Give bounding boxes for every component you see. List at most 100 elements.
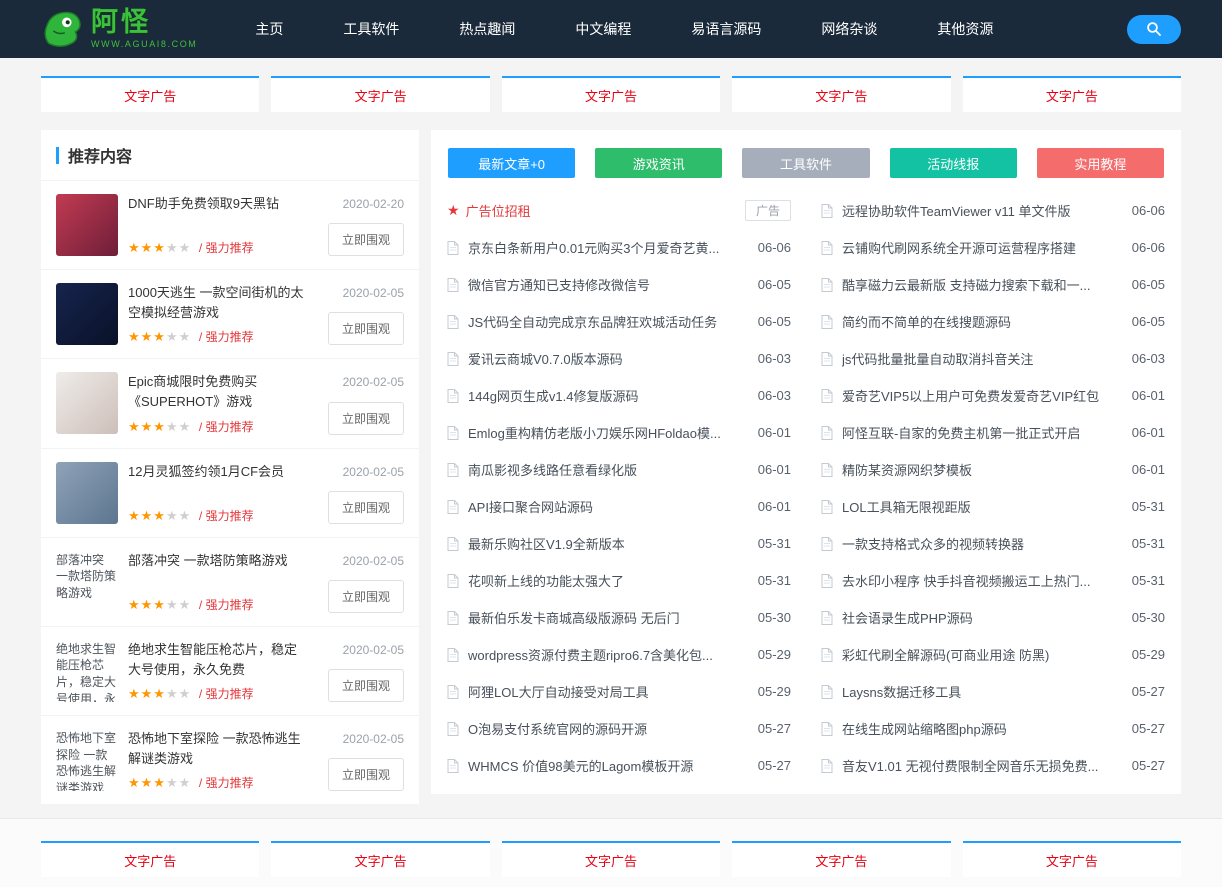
article-title[interactable]: 去水印小程序 快手抖音视频搬运工上热门... <box>842 571 1122 590</box>
article-list-item[interactable]: 在线生成网站缩略图php源码 05-27 <box>821 710 1165 747</box>
article-title[interactable]: 144g网页生成v1.4修复版源码 <box>468 386 748 405</box>
article-list-item[interactable]: WHMCS 价值98美元的Lagom模板开源 05-27 <box>447 747 791 784</box>
text-ad[interactable]: 文字广告 <box>271 841 489 877</box>
text-ad[interactable]: 文字广告 <box>41 76 259 112</box>
article-title[interactable]: 南瓜影视多线路任意看绿化版 <box>468 460 748 479</box>
nav-item-7[interactable]: 其他资源 <box>907 0 1023 58</box>
text-ad[interactable]: 文字广告 <box>732 76 950 112</box>
article-list-item[interactable]: LOL工具箱无限视距版 05-31 <box>821 488 1165 525</box>
article-list-item[interactable]: 花呗新上线的功能太强大了 05-31 <box>447 562 791 599</box>
article-title[interactable]: js代码批量批量自动取消抖音关注 <box>842 349 1122 368</box>
article-title[interactable]: JS代码全自动完成京东品牌狂欢城活动任务 <box>468 312 748 331</box>
article-list-item[interactable]: Emlog重构精仿老版小刀娱乐网HFoldao模... 06-01 <box>447 414 791 451</box>
article-title[interactable]: 花呗新上线的功能太强大了 <box>468 571 748 590</box>
text-ad[interactable]: 文字广告 <box>271 76 489 112</box>
recommend-item-title[interactable]: 1000天逃生 一款空间街机的太空模拟经营游戏 <box>128 283 308 323</box>
article-title[interactable]: 最新伯乐发卡商城高级版源码 无后门 <box>468 608 748 627</box>
article-list-item[interactable]: 最新伯乐发卡商城高级版源码 无后门 05-30 <box>447 599 791 636</box>
article-list-item[interactable]: wordpress资源付费主题ripro6.7含美化包... 05-29 <box>447 636 791 673</box>
recommend-item[interactable]: 绝地求生智能压枪芯片，稳定大号使用，永久免费 绝地求生智能压枪芯片，稳定大号使用… <box>41 626 419 715</box>
article-list-item[interactable]: Laysns数据迁移工具 05-27 <box>821 673 1165 710</box>
article-title[interactable]: 爱讯云商城V0.7.0版本源码 <box>468 349 748 368</box>
article-title[interactable]: wordpress资源付费主题ripro6.7含美化包... <box>468 645 748 664</box>
article-title[interactable]: LOL工具箱无限视距版 <box>842 497 1122 516</box>
article-list-item[interactable]: 爱讯云商城V0.7.0版本源码 06-03 <box>447 340 791 377</box>
article-list-item[interactable]: 最新乐购社区V1.9全新版本 05-31 <box>447 525 791 562</box>
article-list-item[interactable]: 音友V1.01 无视付费限制全网音乐无损免费... 05-27 <box>821 747 1165 784</box>
article-list-item[interactable]: 去水印小程序 快手抖音视频搬运工上热门... 05-31 <box>821 562 1165 599</box>
nav-item-2[interactable]: 工具软件 <box>313 0 429 58</box>
recommend-item[interactable]: 1000天逃生 一款空间街机的太空模拟经营游戏 ★★★★★ / 强力推荐 202… <box>41 269 419 358</box>
article-title[interactable]: 爱奇艺VIP5以上用户可免费发爱奇艺VIP红包 <box>842 386 1122 405</box>
recommend-thumbnail[interactable]: 恐怖地下室探险 一款恐怖逃生解谜类游戏 <box>56 729 118 791</box>
category-tab-4[interactable]: 活动线报 <box>890 148 1017 178</box>
article-list-item[interactable]: 云铺购代刷网系统全开源可运营程序搭建 06-06 <box>821 229 1165 266</box>
article-title[interactable]: 阿狸LOL大厅自动接受对局工具 <box>468 682 748 701</box>
article-title[interactable]: 酷享磁力云最新版 支持磁力搜索下载和一... <box>842 275 1122 294</box>
article-title[interactable]: 精防某资源网织梦模板 <box>842 460 1122 479</box>
view-now-button[interactable]: 立即围观 <box>328 491 404 524</box>
view-now-button[interactable]: 立即围观 <box>328 312 404 345</box>
article-title[interactable]: 彩虹代刷全解源码(可商业用途 防黑) <box>842 645 1122 664</box>
view-now-button[interactable]: 立即围观 <box>328 669 404 702</box>
view-now-button[interactable]: 立即围观 <box>328 580 404 613</box>
article-list-item[interactable]: 144g网页生成v1.4修复版源码 06-03 <box>447 377 791 414</box>
recommend-item-title[interactable]: 部落冲突 一款塔防策略游戏 <box>128 551 308 571</box>
search-button[interactable] <box>1127 15 1181 44</box>
site-logo[interactable]: 阿怪 WWW.AGUAI8.COM <box>41 7 197 51</box>
article-list-item[interactable]: 京东白条新用户0.01元购买3个月爱奇艺黄... 06-06 <box>447 229 791 266</box>
recommend-item-title[interactable]: 恐怖地下室探险 一款恐怖逃生解谜类游戏 <box>128 729 308 769</box>
article-list-item[interactable]: 酷享磁力云最新版 支持磁力搜索下载和一... 06-05 <box>821 266 1165 303</box>
nav-item-4[interactable]: 中文编程 <box>545 0 661 58</box>
article-list-item[interactable]: 社会语录生成PHP源码 05-30 <box>821 599 1165 636</box>
category-tab-1[interactable]: 最新文章+0 <box>448 148 575 178</box>
article-title[interactable]: 简约而不简单的在线搜题源码 <box>842 312 1122 331</box>
recommend-thumbnail[interactable] <box>56 283 118 345</box>
recommend-thumbnail[interactable] <box>56 462 118 524</box>
article-list-item[interactable]: 简约而不简单的在线搜题源码 06-05 <box>821 303 1165 340</box>
view-now-button[interactable]: 立即围观 <box>328 402 404 435</box>
article-title[interactable]: 在线生成网站缩略图php源码 <box>842 719 1122 738</box>
recommend-thumbnail[interactable]: 绝地求生智能压枪芯片，稳定大号使用，永久免费 <box>56 640 118 702</box>
recommend-thumbnail[interactable] <box>56 372 118 434</box>
article-title[interactable]: 社会语录生成PHP源码 <box>842 608 1122 627</box>
recommend-item[interactable]: 12月灵狐签约领1月CF会员 ★★★★★ / 强力推荐 2020-02-05 立… <box>41 448 419 537</box>
recommend-item[interactable]: 部落冲突 一款塔防策略游戏 部落冲突 一款塔防策略游戏 ★★★★★ / 强力推荐… <box>41 537 419 626</box>
text-ad[interactable]: 文字广告 <box>502 841 720 877</box>
article-title[interactable]: 阿怪互联-自家的免费主机第一批正式开启 <box>842 423 1122 442</box>
article-title[interactable]: 京东白条新用户0.01元购买3个月爱奇艺黄... <box>468 238 748 257</box>
article-title[interactable]: 最新乐购社区V1.9全新版本 <box>468 534 748 553</box>
recommend-thumbnail[interactable] <box>56 194 118 256</box>
article-list-item[interactable]: 一款支持格式众多的视频转换器 05-31 <box>821 525 1165 562</box>
category-tab-3[interactable]: 工具软件 <box>742 148 869 178</box>
recommend-item-title[interactable]: 绝地求生智能压枪芯片，稳定大号使用，永久免费 <box>128 640 308 680</box>
recommend-item-title[interactable]: Epic商城限时免费购买《SUPERHOT》游戏 <box>128 372 308 412</box>
article-list-item[interactable]: 远程协助软件TeamViewer v11 单文件版 06-06 <box>821 192 1165 229</box>
recommend-item[interactable]: 恐怖地下室探险 一款恐怖逃生解谜类游戏 恐怖地下室探险 一款恐怖逃生解谜类游戏 … <box>41 715 419 804</box>
recommend-item-title[interactable]: 12月灵狐签约领1月CF会员 <box>128 462 308 482</box>
category-tab-5[interactable]: 实用教程 <box>1037 148 1164 178</box>
text-ad[interactable]: 文字广告 <box>41 841 259 877</box>
recommend-item-title[interactable]: DNF助手免费领取9天黑钻 <box>128 194 308 214</box>
article-title[interactable]: 微信官方通知已支持修改微信号 <box>468 275 748 294</box>
category-tab-2[interactable]: 游戏资讯 <box>595 148 722 178</box>
article-title[interactable]: Emlog重构精仿老版小刀娱乐网HFoldao模... <box>468 423 748 442</box>
article-title[interactable]: 云铺购代刷网系统全开源可运营程序搭建 <box>842 238 1122 257</box>
article-title[interactable]: Laysns数据迁移工具 <box>842 682 1122 701</box>
article-list-item[interactable]: 微信官方通知已支持修改微信号 06-05 <box>447 266 791 303</box>
nav-item-6[interactable]: 网络杂谈 <box>791 0 907 58</box>
view-now-button[interactable]: 立即围观 <box>328 758 404 791</box>
article-list-item[interactable]: API接口聚合网站源码 06-01 <box>447 488 791 525</box>
nav-item-5[interactable]: 易语言源码 <box>661 0 791 58</box>
nav-item-1[interactable]: 主页 <box>225 0 313 58</box>
article-title[interactable]: 音友V1.01 无视付费限制全网音乐无损免费... <box>842 756 1122 775</box>
article-title[interactable]: O泡易支付系统官网的源码开源 <box>468 719 748 738</box>
ad-slot-item[interactable]: ★ 广告位招租 广告 <box>447 192 791 229</box>
text-ad[interactable]: 文字广告 <box>502 76 720 112</box>
article-list-item[interactable]: JS代码全自动完成京东品牌狂欢城活动任务 06-05 <box>447 303 791 340</box>
article-title[interactable]: 一款支持格式众多的视频转换器 <box>842 534 1122 553</box>
nav-item-3[interactable]: 热点趣闻 <box>429 0 545 58</box>
article-list-item[interactable]: O泡易支付系统官网的源码开源 05-27 <box>447 710 791 747</box>
text-ad[interactable]: 文字广告 <box>963 841 1181 877</box>
article-title[interactable]: 远程协助软件TeamViewer v11 单文件版 <box>842 201 1122 220</box>
